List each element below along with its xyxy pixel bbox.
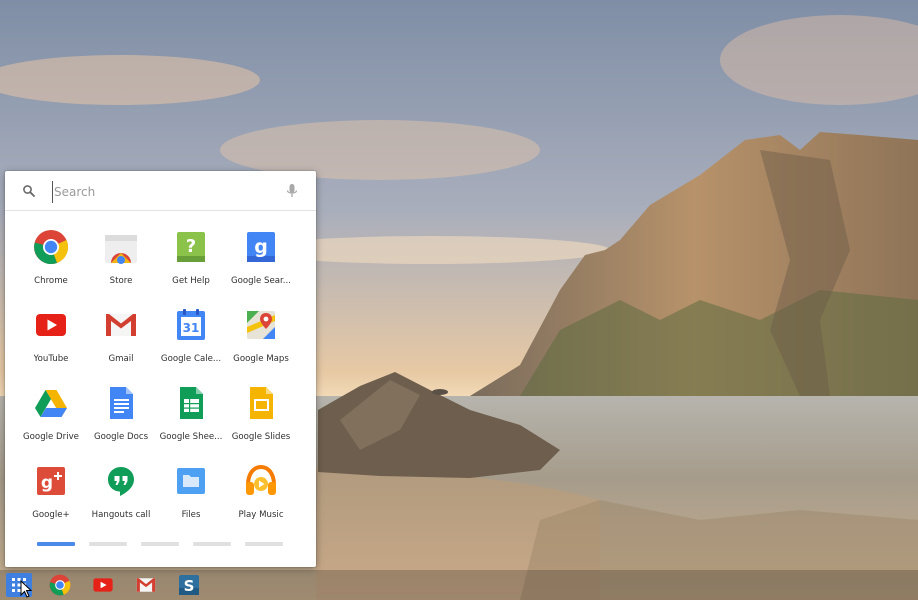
app-google-calendar[interactable]: 31 Google Cale...	[156, 301, 226, 379]
app-files[interactable]: Files	[156, 457, 226, 535]
launcher-page-indicator	[37, 542, 283, 546]
youtube-icon	[33, 307, 69, 343]
google-maps-icon	[243, 307, 279, 343]
app-label: Hangouts call	[91, 510, 151, 520]
app-google-sheets[interactable]: Google Shee...	[156, 379, 226, 457]
app-label: Google Drive	[23, 432, 79, 442]
app-google-search[interactable]: g Google Sear...	[226, 223, 296, 301]
page-indicator-2[interactable]	[89, 542, 127, 546]
google-plus-icon: g	[33, 463, 69, 499]
play-music-icon	[243, 463, 279, 499]
shelf-gmail[interactable]	[133, 573, 159, 597]
google-slides-icon	[243, 385, 279, 421]
app-label: Google Cale...	[160, 354, 222, 364]
page-indicator-1[interactable]	[37, 542, 75, 546]
app-youtube[interactable]: YouTube	[16, 301, 86, 379]
app-label: Google Sear...	[231, 276, 291, 286]
app-label: YouTube	[33, 354, 69, 364]
google-docs-icon	[103, 385, 139, 421]
app-label: Play Music	[238, 510, 284, 520]
svg-text:g: g	[254, 236, 268, 258]
web-store-icon	[103, 229, 139, 265]
app-label: Google Shee...	[159, 432, 223, 442]
files-icon	[173, 463, 209, 499]
microphone-icon[interactable]	[286, 183, 298, 199]
app-label: Get Help	[172, 276, 210, 286]
app-launcher-button[interactable]	[6, 573, 32, 597]
search-input[interactable]	[52, 181, 272, 203]
s-app-icon: S	[179, 575, 199, 595]
chrome-icon	[49, 574, 71, 596]
svg-text:g: g	[41, 473, 53, 493]
app-google-plus[interactable]: g Google+	[16, 457, 86, 535]
app-hangouts-call[interactable]: Hangouts call	[86, 457, 156, 535]
google-calendar-icon: 31	[173, 307, 209, 343]
page-indicator-3[interactable]	[141, 542, 179, 546]
app-label: Google Docs	[93, 432, 149, 442]
app-label: Files	[181, 510, 201, 520]
google-search-icon: g	[243, 229, 279, 265]
app-label: Google+	[32, 510, 70, 520]
app-google-drive[interactable]: Google Drive	[16, 379, 86, 457]
app-get-help[interactable]: ? Get Help	[156, 223, 226, 301]
svg-text:?: ?	[186, 236, 196, 257]
hangouts-icon	[103, 463, 139, 499]
shelf-s-app[interactable]: S	[176, 573, 202, 597]
app-grid: Chrome Store ? Get Help g Google Sear...…	[16, 223, 306, 535]
calendar-day-number: 31	[183, 321, 200, 335]
gmail-icon	[103, 307, 139, 343]
youtube-icon	[93, 578, 113, 592]
app-label: Store	[109, 276, 133, 286]
app-label: Google Slides	[231, 432, 291, 442]
app-chrome[interactable]: Chrome	[16, 223, 86, 301]
get-help-icon: ?	[173, 229, 209, 265]
shelf-chrome[interactable]	[47, 573, 73, 597]
app-label: Google Maps	[233, 354, 289, 364]
app-label: Chrome	[34, 276, 68, 286]
app-launcher-icon	[12, 578, 26, 592]
chrome-icon	[33, 229, 69, 265]
app-store[interactable]: Store	[86, 223, 156, 301]
search-icon	[22, 183, 36, 197]
app-google-maps[interactable]: Google Maps	[226, 301, 296, 379]
app-launcher-panel: Chrome Store ? Ge	[5, 171, 316, 567]
app-play-music[interactable]: Play Music	[226, 457, 296, 535]
google-sheets-icon	[173, 385, 209, 421]
page-indicator-4[interactable]	[193, 542, 231, 546]
app-google-slides[interactable]: Google Slides	[226, 379, 296, 457]
app-label: Gmail	[108, 354, 134, 364]
shelf: S	[0, 570, 918, 600]
s-app-letter: S	[184, 577, 195, 595]
shelf-youtube[interactable]	[90, 573, 116, 597]
google-drive-icon	[33, 385, 69, 421]
page-indicator-5[interactable]	[245, 542, 283, 546]
app-google-docs[interactable]: Google Docs	[86, 379, 156, 457]
launcher-search-bar	[5, 171, 316, 211]
app-gmail[interactable]: Gmail	[86, 301, 156, 379]
gmail-icon	[136, 578, 156, 592]
